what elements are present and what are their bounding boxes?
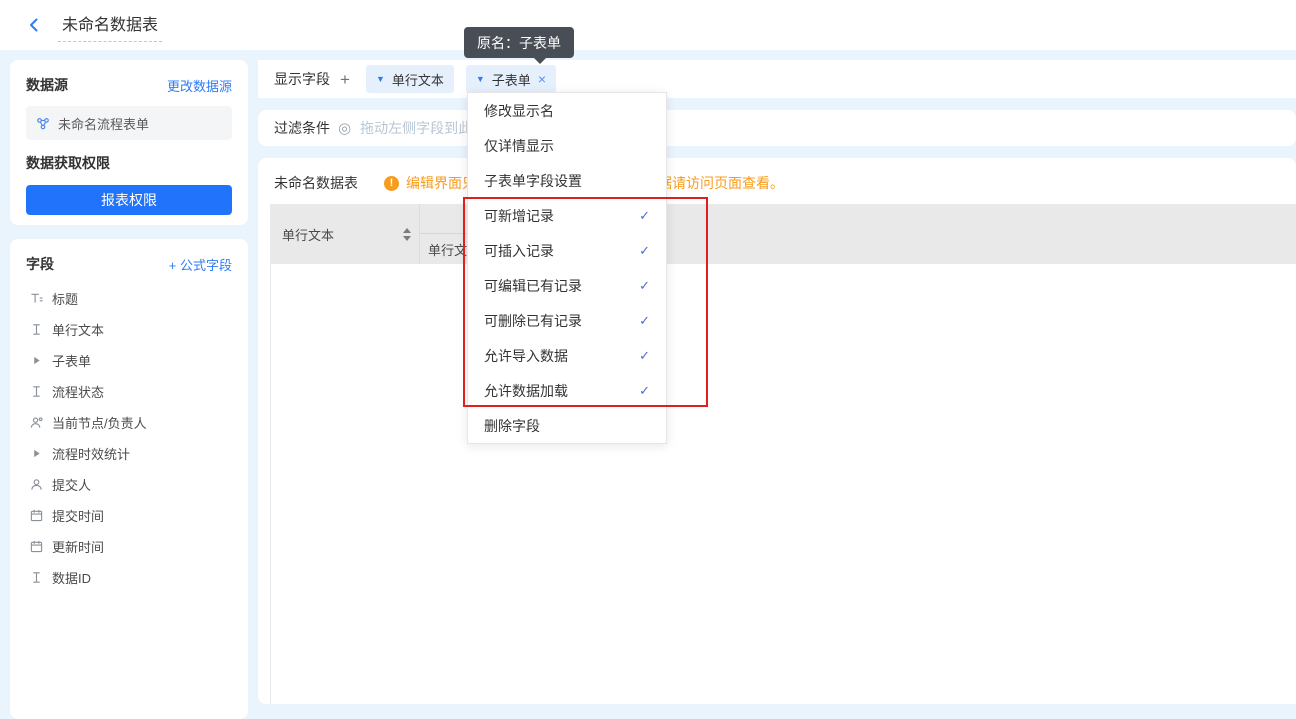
display-fields-label: 显示字段 — [274, 69, 330, 89]
field-list-item[interactable]: 流程时效统计 — [26, 438, 232, 469]
display-field-chips: ▼ 单行文本 × ▼ 子表单 × — [366, 65, 556, 93]
field-list-item[interactable]: 当前节点/负责人 — [26, 407, 232, 438]
check-icon: ✓ — [639, 243, 650, 259]
check-icon: ✓ — [639, 313, 650, 329]
field-item-label: 更新时间 — [52, 537, 104, 556]
tooltip-arrow-icon — [534, 58, 546, 64]
menu-item[interactable]: 子表单字段设置 ✓ — [468, 163, 666, 198]
data-permission-title: 数据获取权限 — [26, 153, 232, 173]
menu-item[interactable]: 允许数据加载 ✓ — [468, 373, 666, 408]
menu-item-label: 仅详情显示 — [484, 136, 554, 156]
chip-label: 单行文本 — [392, 70, 444, 89]
check-icon: ✓ — [639, 208, 650, 224]
datasource-title: 数据源 — [26, 75, 68, 95]
menu-item-label: 修改显示名 — [484, 101, 554, 121]
chip-label: 子表单 — [492, 70, 531, 89]
menu-item[interactable]: 可编辑已有记录 ✓ — [468, 268, 666, 303]
check-icon: ✓ — [639, 278, 650, 294]
chevron-down-icon[interactable]: ▼ — [476, 74, 485, 84]
menu-item[interactable]: 删除字段 ✓ — [468, 408, 666, 443]
column-header-single-line-text[interactable]: 单行文本 — [270, 204, 420, 264]
tooltip-text: 原名：子表单 — [477, 33, 561, 53]
report-permission-button[interactable]: 报表权限 — [26, 185, 232, 215]
menu-item[interactable]: 修改显示名 ✓ — [468, 93, 666, 128]
close-icon[interactable]: × — [538, 71, 546, 87]
warning-icon: ! — [384, 176, 399, 191]
display-field-chip[interactable]: ▼ 子表单 × — [466, 65, 556, 93]
fields-title: 字段 — [26, 254, 54, 274]
field-item-label: 流程时效统计 — [52, 444, 130, 463]
menu-item-label: 子表单字段设置 — [484, 171, 582, 191]
field-item-label: 子表单 — [52, 351, 91, 370]
filter-bar: 过滤条件 ◎ 拖动左侧字段到此处 — [258, 110, 1296, 146]
caret-right-icon — [29, 449, 43, 458]
field-item-label: 单行文本 — [52, 320, 104, 339]
check-icon: ✓ — [639, 348, 650, 364]
page-title[interactable]: 未命名数据表 — [58, 9, 162, 42]
menu-item[interactable]: 可删除已有记录 ✓ — [468, 303, 666, 338]
back-icon[interactable] — [24, 15, 44, 35]
field-list-item[interactable]: 流程状态 — [26, 376, 232, 407]
fields-panel: 字段 + 公式字段 标题 单行文本 子表单 流程状态 当前节点 — [10, 239, 248, 719]
menu-item-label: 可插入记录 — [484, 241, 554, 261]
column-header-label: 单行文本 — [282, 225, 334, 244]
add-formula-field-link[interactable]: + 公式字段 — [169, 255, 232, 274]
field-item-label: 提交人 — [52, 475, 91, 494]
table-body-empty — [270, 264, 1296, 704]
field-list-item[interactable]: 更新时间 — [26, 531, 232, 562]
menu-item-label: 可删除已有记录 — [484, 311, 582, 331]
field-list-item[interactable]: 数据ID — [26, 562, 232, 593]
check-icon: ✓ — [639, 383, 650, 399]
person-icon — [29, 478, 43, 491]
menu-item-label: 可编辑已有记录 — [484, 276, 582, 296]
menu-item[interactable]: 可插入记录 ✓ — [468, 233, 666, 268]
field-list-item[interactable]: 提交人 — [26, 469, 232, 500]
text-icon — [29, 385, 43, 398]
menu-item-label: 删除字段 — [484, 416, 540, 436]
calendar-icon — [29, 509, 43, 522]
sort-icon[interactable] — [403, 228, 411, 241]
target-icon: ◎ — [338, 119, 351, 137]
text-icon — [29, 571, 43, 584]
field-list-item[interactable]: 提交时间 — [26, 500, 232, 531]
text-icon — [29, 323, 43, 336]
assignee-icon — [29, 416, 43, 429]
datasource-panel: 数据源 更改数据源 未命名流程表单 数据获取权限 报表权限 — [10, 60, 248, 225]
field-item-label: 当前节点/负责人 — [52, 413, 147, 432]
datasource-item[interactable]: 未命名流程表单 — [26, 106, 232, 140]
field-item-label: 提交时间 — [52, 506, 104, 525]
datasource-item-label: 未命名流程表单 — [58, 114, 149, 133]
caret-right-icon — [29, 356, 43, 365]
add-display-field-button[interactable]: + — [340, 71, 350, 88]
field-item-label: 流程状态 — [52, 382, 104, 401]
change-datasource-link[interactable]: 更改数据源 — [167, 76, 232, 95]
field-list-item[interactable]: 子表单 — [26, 345, 232, 376]
field-options-menu: 修改显示名 ✓ 仅详情显示 ✓ 子表单字段设置 ✓ 可新增记录 ✓ 可插入记录 … — [467, 92, 667, 444]
table-panel: 未命名数据表 ! 编辑界面只展示部分数据供预览，完整数据请访问页面查看。 单行文… — [258, 158, 1296, 704]
display-fields-bar: 显示字段 + ▼ 单行文本 × ▼ 子表单 × — [258, 60, 1296, 98]
menu-item[interactable]: 可新增记录 ✓ — [468, 198, 666, 233]
table-header: 单行文本 单行文本 — [270, 204, 1296, 264]
display-field-chip[interactable]: ▼ 单行文本 × — [366, 65, 454, 93]
field-item-label: 标题 — [52, 289, 78, 308]
workflow-icon — [36, 116, 50, 131]
menu-item[interactable]: 允许导入数据 ✓ — [468, 338, 666, 373]
calendar-icon — [29, 540, 43, 553]
tooltip: 原名：子表单 — [464, 27, 574, 58]
menu-item-label: 允许导入数据 — [484, 346, 568, 366]
filter-label: 过滤条件 — [274, 118, 330, 138]
title-icon — [29, 292, 43, 305]
field-list-item[interactable]: 标题 — [26, 283, 232, 314]
field-item-label: 数据ID — [52, 568, 91, 587]
data-table: 单行文本 单行文本 — [270, 204, 1296, 704]
chevron-down-icon[interactable]: ▼ — [376, 74, 385, 84]
top-header: 未命名数据表 — [0, 0, 1296, 50]
menu-item-label: 可新增记录 — [484, 206, 554, 226]
field-list: 标题 单行文本 子表单 流程状态 当前节点/负责人 流程时效统计 — [26, 283, 232, 593]
app-window: 未命名数据表 数据源 更改数据源 未命名流程表单 数据获取权限 报表权限 字段 … — [0, 0, 1296, 704]
table-title: 未命名数据表 — [274, 173, 358, 193]
menu-item-label: 允许数据加载 — [484, 381, 568, 401]
field-list-item[interactable]: 单行文本 — [26, 314, 232, 345]
menu-item[interactable]: 仅详情显示 ✓ — [468, 128, 666, 163]
